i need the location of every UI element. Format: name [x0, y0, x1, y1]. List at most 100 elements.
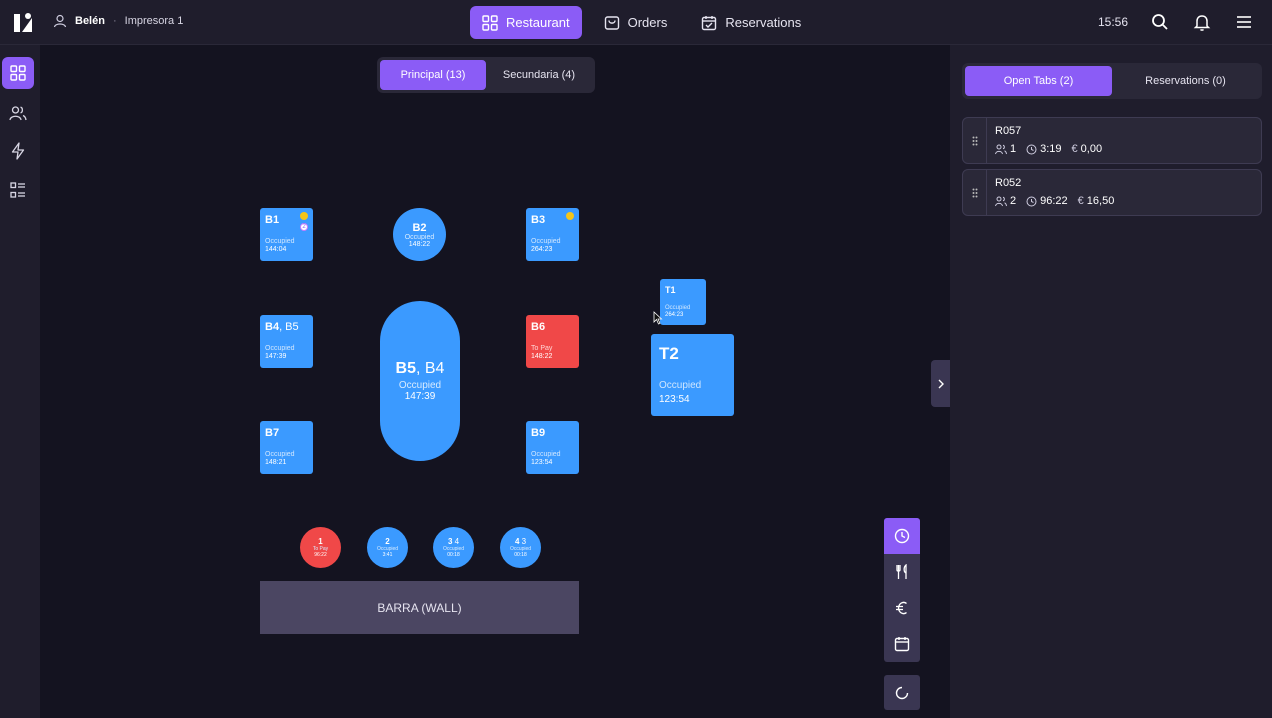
users-icon — [995, 144, 1007, 154]
table-B1[interactable]: B1 2 Occupied 144:04 — [260, 208, 313, 261]
clock-icon — [894, 528, 910, 544]
table-B6[interactable]: B6 To Pay 148:22 — [526, 315, 579, 368]
user-icon — [53, 14, 67, 28]
table-name: B6 — [531, 321, 546, 333]
view-time-button[interactable] — [884, 518, 920, 554]
open-tab-card[interactable]: R052 2 96:22 € 16,50 — [962, 169, 1262, 216]
tab-duration: 3:19 — [1040, 143, 1062, 155]
tab-meta: 2 96:22 € 16,50 — [995, 195, 1120, 207]
nav-reservations[interactable]: Reservations — [689, 6, 813, 39]
clock: 15:56 — [1097, 15, 1128, 29]
grip-icon — [972, 136, 977, 145]
zone-tabs: Principal (13) Secundaria (4) — [377, 57, 595, 93]
table-time: 148:22 — [408, 240, 431, 248]
search-button[interactable] — [1150, 10, 1170, 34]
nav-orders[interactable]: Orders — [592, 6, 680, 39]
view-dishes-button[interactable] — [884, 554, 920, 590]
grip-icon — [972, 188, 977, 197]
tab-guests: 2 — [1010, 195, 1017, 207]
table-name: 3 4 — [447, 537, 460, 546]
table-status: Occupied — [665, 305, 691, 311]
nav-orders-label: Orders — [627, 15, 668, 30]
table-B7[interactable]: B7 Occupied 148:21 — [260, 421, 313, 474]
sidebar-floor-plan[interactable] — [2, 57, 34, 89]
app-logo[interactable] — [12, 12, 34, 34]
bell-icon — [1193, 15, 1211, 31]
utensils-icon — [896, 564, 907, 579]
refresh-icon — [895, 686, 909, 699]
grid-icon — [482, 14, 498, 31]
table-time: 144:04 — [265, 246, 287, 253]
table-name: B5, B4 — [395, 360, 445, 377]
table-B5[interactable]: B5, B4 Occupied 147:39 — [380, 301, 460, 461]
table-B4[interactable]: B4, B5 Occupied 147:39 — [260, 315, 313, 368]
table-B3[interactable]: B3 Occupied 264:23 — [526, 208, 579, 261]
guest-badge: 2 — [300, 223, 308, 231]
nav-reservations-label: Reservations — [725, 15, 802, 30]
tab-secundaria[interactable]: Secundaria (4) — [486, 60, 592, 90]
bag-icon — [604, 15, 619, 30]
left-sidebar — [0, 45, 40, 718]
table-T1[interactable]: T1 Occupied 264:23 — [660, 279, 706, 325]
search-icon — [1152, 14, 1168, 30]
sidebar-customers[interactable] — [2, 97, 34, 129]
euro-icon — [896, 601, 907, 615]
chevron-right-icon — [938, 379, 944, 388]
table-status: Occupied — [398, 380, 442, 391]
table-time: 264:23 — [531, 246, 553, 253]
table-T2[interactable]: T2 Occupied 123:54 — [651, 334, 734, 416]
table-1[interactable]: 1 To Pay 96:22 — [300, 527, 341, 568]
table-name: T1 — [665, 285, 676, 295]
sidebar-quick-actions[interactable] — [2, 135, 34, 167]
table-2[interactable]: 2 Occupied 3:41 — [367, 527, 408, 568]
table-status: Occupied — [531, 451, 561, 458]
table-time: 123:54 — [531, 459, 553, 466]
table-time: 00:18 — [447, 552, 460, 558]
table-B9[interactable]: B9 Occupied 123:54 — [526, 421, 579, 474]
table-time: 123:54 — [659, 394, 690, 405]
table-3[interactable]: 3 4 Occupied 00:18 — [433, 527, 474, 568]
tab-principal[interactable]: Principal (13) — [380, 60, 486, 90]
table-time: 147:39 — [404, 391, 436, 402]
table-B2[interactable]: B2 Occupied 148:22 — [393, 208, 446, 261]
tab-code: R057 — [995, 125, 1022, 137]
table-time: 148:22 — [531, 353, 553, 360]
tab-code: R052 — [995, 177, 1022, 189]
table-name: 4 3 — [514, 537, 527, 546]
drag-handle[interactable] — [963, 118, 987, 163]
main-nav: Restaurant Orders Reservations — [470, 6, 813, 39]
users-icon — [995, 196, 1007, 206]
menu-button[interactable] — [1234, 10, 1254, 34]
open-tab-card[interactable]: R057 1 3:19 € 0,00 — [962, 117, 1262, 164]
bar-wall: BARRA (WALL) — [260, 581, 579, 634]
right-panel: Open Tabs (2) Reservations (0) R057 1 3:… — [950, 45, 1272, 718]
view-reservations-button[interactable] — [884, 626, 920, 662]
sidebar-list[interactable] — [2, 174, 34, 206]
status-dot — [566, 212, 574, 220]
tab-open-tabs[interactable]: Open Tabs (2) — [965, 66, 1112, 96]
tab-duration: 96:22 — [1040, 195, 1068, 207]
nav-restaurant-label: Restaurant — [506, 15, 570, 30]
notifications-button[interactable] — [1192, 10, 1212, 34]
view-amount-button[interactable] — [884, 590, 920, 626]
table-name: 2 — [385, 537, 390, 546]
table-status: To Pay — [531, 345, 553, 352]
table-4[interactable]: 4 3 Occupied 00:18 — [500, 527, 541, 568]
collapse-panel-button[interactable] — [931, 360, 950, 407]
user-name: Belén — [75, 15, 105, 27]
clock-icon — [1026, 144, 1037, 154]
tab-amount: 16,50 — [1086, 195, 1115, 207]
tab-reservations[interactable]: Reservations (0) — [1112, 66, 1259, 96]
table-name: B3 — [531, 214, 546, 226]
user-info[interactable]: Belén · Impresora 1 — [53, 14, 183, 28]
floor-toolbar — [884, 518, 920, 662]
calendar-check-icon — [702, 15, 717, 30]
refresh-button[interactable] — [884, 675, 920, 710]
table-time: 147:39 — [265, 353, 287, 360]
nav-restaurant[interactable]: Restaurant — [470, 6, 582, 39]
drag-handle[interactable] — [963, 170, 987, 215]
table-name: B1 — [265, 214, 280, 226]
lightning-icon — [11, 142, 25, 160]
floor-plan: Principal (13) Secundaria (4) B1 2 Occup… — [40, 45, 950, 718]
table-time: 96:22 — [314, 552, 327, 558]
